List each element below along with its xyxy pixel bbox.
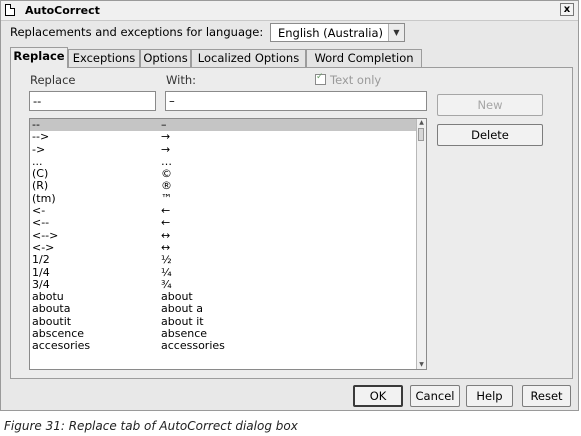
- table-row[interactable]: (C) ©: [30, 168, 418, 180]
- replace-cell: abscence: [32, 327, 85, 341]
- table-row[interactable]: <- ←: [30, 205, 418, 217]
- text-only-label: Text only: [330, 73, 382, 87]
- table-row[interactable]: abouta about a: [30, 303, 418, 315]
- table-row[interactable]: abotu about: [30, 291, 418, 303]
- with-cell: ↔: [161, 240, 171, 254]
- language-label: Replacements and exceptions for language…: [10, 25, 264, 39]
- with-cell: …: [161, 154, 172, 168]
- with-cell: –: [161, 118, 167, 131]
- scroll-down-icon[interactable]: ▼: [417, 361, 426, 369]
- with-cell: about it: [161, 314, 204, 328]
- with-cell: ¼: [161, 265, 172, 279]
- scrollbar-thumb[interactable]: [418, 128, 424, 141]
- chevron-down-icon[interactable]: ▼: [388, 24, 404, 41]
- table-row[interactable]: -- –: [30, 118, 418, 132]
- replace-input[interactable]: --: [29, 91, 156, 111]
- table-row[interactable]: 1/2 ½: [30, 254, 418, 266]
- autocorrect-dialog: AutoCorrect x Replacements and exception…: [0, 0, 579, 411]
- replace-cell: <-: [32, 204, 46, 218]
- replace-cell: ->: [32, 142, 46, 156]
- with-cell: ®: [161, 179, 172, 193]
- replace-cell: -->: [32, 130, 50, 144]
- tab-exceptions[interactable]: Exceptions: [68, 49, 140, 67]
- table-row[interactable]: --> →: [30, 131, 418, 143]
- language-value: English (Australia): [278, 26, 384, 40]
- with-input[interactable]: –: [165, 91, 427, 111]
- replace-cell: <-->: [32, 228, 59, 242]
- language-select[interactable]: English (Australia) ▼: [270, 23, 405, 42]
- with-cell: →: [161, 142, 171, 156]
- scroll-up-icon[interactable]: ▲: [417, 119, 426, 127]
- table-row[interactable]: -> →: [30, 142, 418, 156]
- replace-cell: ...: [32, 154, 43, 168]
- reset-button[interactable]: Reset: [522, 385, 571, 407]
- text-only-checkbox[interactable]: [315, 72, 326, 85]
- vertical-scrollbar[interactable]: ▲ ▼: [416, 119, 426, 369]
- with-cell: absence: [161, 327, 208, 341]
- replace-cell: <--: [32, 216, 50, 230]
- tab-localized-options[interactable]: Localized Options: [191, 49, 306, 67]
- tab-word-completion[interactable]: Word Completion: [306, 49, 422, 67]
- with-cell: about a: [161, 302, 203, 316]
- table-rows: -- – --> → -> →...… (C) © (R) ® (tm) ™ <- ← <-- ← <--> ↔ <…: [30, 119, 418, 353]
- table-row[interactable]: (tm) ™: [30, 191, 418, 205]
- replace-cell: 1/2: [32, 253, 50, 267]
- replace-cell: 1/4: [32, 265, 50, 279]
- with-cell: about: [161, 290, 193, 304]
- with-cell: →: [161, 130, 171, 144]
- with-label: With:: [166, 73, 196, 87]
- replace-cell: (R): [32, 179, 49, 193]
- ok-button[interactable]: OK: [353, 385, 403, 407]
- table-row[interactable]: ... …: [30, 154, 418, 168]
- with-cell: ½: [161, 253, 172, 267]
- replace-cell: abotu: [32, 290, 64, 304]
- window-title: AutoCorrect: [25, 4, 100, 17]
- document-icon: [5, 4, 15, 16]
- replace-cell: --: [32, 118, 40, 131]
- table-row[interactable]: <-- ←: [30, 217, 418, 229]
- title-bar[interactable]: AutoCorrect x: [1, 1, 578, 21]
- replace-label: Replace: [30, 73, 76, 87]
- table-row[interactable]: <--> ↔: [30, 228, 418, 242]
- help-button[interactable]: Help: [466, 385, 513, 407]
- replacement-table[interactable]: -- – --> → -> →...… (C) © (R) ® (tm) ™ <- ← <-- ← <--> ↔ <…: [29, 118, 427, 370]
- with-cell: ←: [161, 204, 171, 218]
- tab-options[interactable]: Options: [140, 49, 191, 67]
- with-cell: ←: [161, 216, 171, 230]
- table-row[interactable]: <-> ↔: [30, 240, 418, 254]
- replace-cell: <->: [32, 240, 55, 254]
- tab-replace[interactable]: Replace: [10, 47, 68, 68]
- replace-cell: (tm): [32, 191, 56, 205]
- text-only-option[interactable]: Text only: [315, 72, 382, 87]
- with-cell: ©: [161, 167, 172, 181]
- new-button[interactable]: New: [437, 94, 543, 116]
- figure-caption: Figure 31: Replace tab of AutoCorrect di…: [4, 419, 298, 433]
- table-row[interactable]: (R) ®: [30, 180, 418, 192]
- replace-cell: aboutit: [32, 314, 72, 328]
- replace-cell: 3/4: [32, 277, 50, 291]
- with-cell: ↔: [161, 228, 171, 242]
- close-button[interactable]: x: [560, 3, 574, 16]
- replace-cell: abouta: [32, 302, 71, 316]
- table-row[interactable]: accesories accessories: [30, 340, 418, 352]
- with-cell: accessories: [161, 339, 225, 353]
- table-row[interactable]: aboutit about it: [30, 314, 418, 328]
- table-row[interactable]: 3/4 ¾: [30, 277, 418, 291]
- replace-cell: accesories: [32, 339, 91, 353]
- cancel-button[interactable]: Cancel: [410, 385, 460, 407]
- delete-button[interactable]: Delete: [437, 124, 543, 146]
- replace-cell: (C): [32, 167, 49, 181]
- with-cell: ¾: [161, 277, 172, 291]
- with-cell: ™: [161, 191, 172, 205]
- table-row[interactable]: 1/4 ¼: [30, 265, 418, 279]
